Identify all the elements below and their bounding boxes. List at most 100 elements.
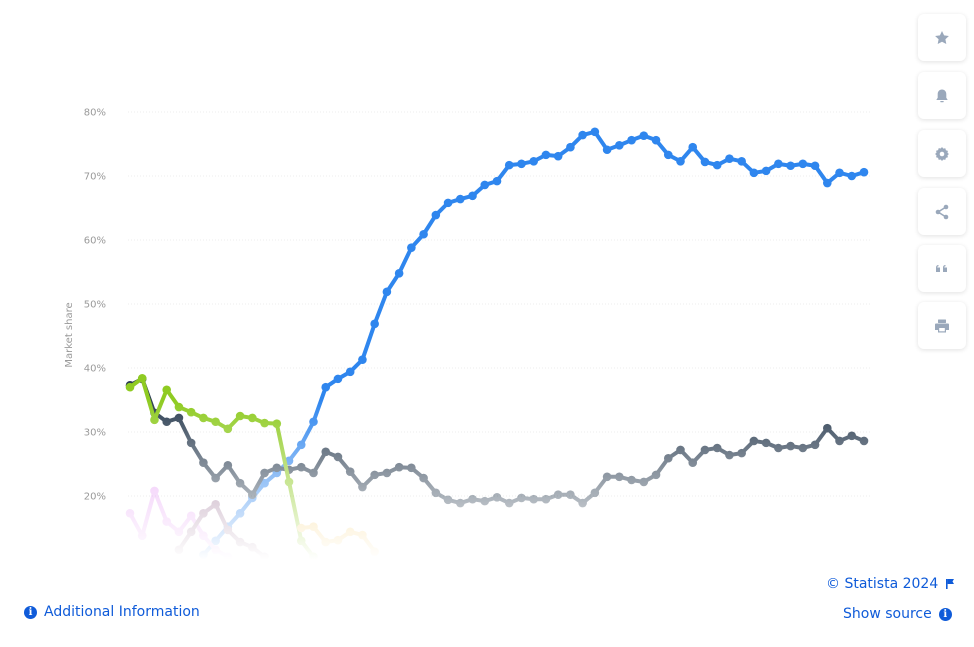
- data-point[interactable]: [260, 418, 269, 428]
- data-point[interactable]: [492, 176, 502, 186]
- data-point[interactable]: [529, 156, 538, 166]
- data-point[interactable]: [235, 478, 245, 488]
- data-point[interactable]: [798, 443, 808, 453]
- data-point[interactable]: [639, 477, 649, 487]
- data-point[interactable]: [590, 127, 600, 137]
- data-point[interactable]: [566, 490, 575, 500]
- data-point[interactable]: [774, 443, 783, 453]
- data-point[interactable]: [235, 537, 245, 547]
- data-point[interactable]: [725, 154, 734, 164]
- data-point[interactable]: [394, 268, 404, 278]
- data-point[interactable]: [835, 436, 844, 446]
- data-point[interactable]: [504, 160, 514, 170]
- data-point[interactable]: [260, 468, 269, 478]
- data-point[interactable]: [504, 498, 514, 508]
- data-point[interactable]: [186, 511, 196, 521]
- data-point[interactable]: [370, 470, 379, 480]
- data-point[interactable]: [162, 385, 171, 395]
- data-point[interactable]: [627, 135, 636, 145]
- data-point[interactable]: [248, 413, 257, 423]
- data-point[interactable]: [358, 355, 367, 364]
- data-point[interactable]: [199, 458, 208, 468]
- data-point[interactable]: [541, 494, 551, 504]
- data-point[interactable]: [798, 159, 808, 169]
- data-point[interactable]: [786, 161, 795, 171]
- data-point[interactable]: [749, 436, 759, 446]
- data-point[interactable]: [847, 431, 857, 441]
- data-point[interactable]: [333, 535, 343, 545]
- data-point[interactable]: [517, 493, 526, 503]
- data-point[interactable]: [553, 151, 563, 161]
- data-point[interactable]: [578, 498, 587, 508]
- data-point[interactable]: [859, 436, 869, 446]
- data-point[interactable]: [199, 550, 208, 560]
- data-point[interactable]: [382, 468, 392, 478]
- data-point[interactable]: [162, 417, 171, 427]
- data-point[interactable]: [615, 140, 624, 150]
- data-point[interactable]: [761, 438, 771, 448]
- data-point[interactable]: [309, 522, 318, 532]
- data-point[interactable]: [443, 198, 453, 208]
- data-point[interactable]: [529, 494, 538, 504]
- data-point[interactable]: [712, 443, 722, 453]
- data-point[interactable]: [370, 319, 379, 329]
- data-point[interactable]: [284, 477, 294, 487]
- data-point[interactable]: [223, 424, 233, 434]
- data-point[interactable]: [676, 156, 685, 166]
- data-point[interactable]: [578, 130, 587, 140]
- data-point[interactable]: [309, 552, 318, 562]
- data-point[interactable]: [186, 438, 196, 448]
- data-point[interactable]: [823, 423, 832, 433]
- data-point[interactable]: [174, 527, 184, 537]
- data-point[interactable]: [688, 458, 698, 468]
- data-point[interactable]: [211, 473, 220, 483]
- data-point[interactable]: [553, 490, 563, 500]
- data-point[interactable]: [296, 536, 306, 546]
- data-point[interactable]: [309, 468, 318, 478]
- additional-information-link[interactable]: i Additional Information: [24, 604, 200, 620]
- data-point[interactable]: [321, 447, 331, 457]
- data-point[interactable]: [700, 445, 710, 455]
- data-point[interactable]: [749, 168, 759, 178]
- data-point[interactable]: [492, 492, 502, 502]
- data-point[interactable]: [186, 407, 196, 417]
- notification-button[interactable]: [918, 72, 966, 119]
- data-point[interactable]: [333, 374, 343, 384]
- data-point[interactable]: [456, 194, 465, 204]
- data-point[interactable]: [137, 373, 147, 383]
- data-point[interactable]: [211, 545, 220, 555]
- data-point[interactable]: [774, 159, 783, 169]
- data-point[interactable]: [859, 167, 869, 177]
- data-point[interactable]: [370, 547, 379, 556]
- data-point[interactable]: [700, 157, 710, 167]
- data-point[interactable]: [639, 131, 649, 140]
- share-button[interactable]: [918, 188, 966, 235]
- data-point[interactable]: [321, 382, 331, 392]
- data-point[interactable]: [407, 463, 416, 473]
- data-point[interactable]: [211, 417, 220, 427]
- data-point[interactable]: [223, 525, 233, 535]
- data-point[interactable]: [174, 402, 184, 412]
- data-point[interactable]: [394, 462, 404, 472]
- data-point[interactable]: [517, 159, 526, 169]
- copyright-link[interactable]: © Statista 2024: [826, 576, 955, 592]
- data-point[interactable]: [419, 473, 428, 483]
- data-point[interactable]: [615, 472, 624, 482]
- data-point[interactable]: [125, 382, 135, 392]
- data-point[interactable]: [431, 210, 441, 220]
- data-point[interactable]: [443, 495, 453, 505]
- data-point[interactable]: [835, 168, 844, 178]
- data-point[interactable]: [248, 490, 257, 500]
- data-point[interactable]: [468, 494, 477, 504]
- data-point[interactable]: [235, 508, 245, 518]
- data-point[interactable]: [541, 150, 551, 160]
- data-point[interactable]: [456, 498, 465, 508]
- data-point[interactable]: [725, 450, 734, 460]
- data-point[interactable]: [345, 367, 355, 377]
- data-point[interactable]: [272, 463, 282, 473]
- data-point[interactable]: [125, 508, 135, 518]
- data-point[interactable]: [407, 243, 416, 252]
- print-button[interactable]: [918, 302, 966, 349]
- data-point[interactable]: [321, 537, 331, 547]
- data-point[interactable]: [345, 467, 355, 476]
